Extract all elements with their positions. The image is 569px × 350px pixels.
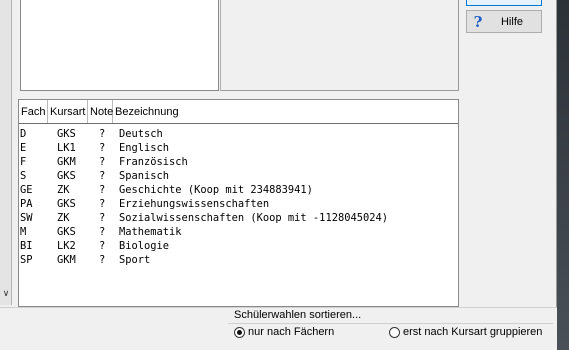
cell-bezeichnung: Erziehungswissenschaften xyxy=(119,198,270,210)
default-button-partial[interactable] xyxy=(466,0,542,6)
cell-bezeichnung: Geschichte (Koop mit 234883941) xyxy=(119,184,313,196)
column-header-kursart[interactable]: Kursart xyxy=(48,100,88,123)
background-desktop xyxy=(557,0,569,350)
cell-fach: S xyxy=(20,170,27,182)
cell-kursart: GKM xyxy=(57,156,76,168)
table-row[interactable]: SP GKM? Sport xyxy=(20,253,458,267)
cell-bezeichnung: Deutsch xyxy=(119,128,163,140)
cell-note: ? xyxy=(99,254,106,266)
cell-note: ? xyxy=(99,156,106,168)
cell-bezeichnung: Englisch xyxy=(119,142,170,154)
sort-options-group: Schülerwahlen sortieren... nur nach Fäch… xyxy=(228,309,553,347)
help-question-icon: ? xyxy=(473,12,483,31)
chevron-down-icon[interactable]: ∨ xyxy=(0,288,12,299)
cell-note: ? xyxy=(99,170,106,182)
column-header-bezeichnung[interactable]: Bezeichnung xyxy=(113,100,458,123)
cell-bezeichnung: Sport xyxy=(119,254,151,266)
sort-options-title: Schülerwahlen sortieren... xyxy=(234,309,362,321)
cell-note: ? xyxy=(99,198,106,210)
cell-bezeichnung: Mathematik xyxy=(119,226,182,238)
cell-fach: SP xyxy=(20,254,33,266)
cell-kursart: GKM xyxy=(57,254,76,266)
help-button[interactable]: ? Hilfe xyxy=(466,10,542,33)
table-row[interactable]: S GKS? Spanisch xyxy=(20,169,458,183)
upper-right-panel xyxy=(220,0,459,91)
grid-header: Fach Kursart Note Bezeichnung xyxy=(19,100,458,124)
table-row[interactable]: PA GKS? Erziehungswissenschaften xyxy=(20,197,458,211)
cell-kursart: GKS xyxy=(57,170,76,182)
table-row[interactable]: GE ZK? Geschichte (Koop mit 234883941) xyxy=(20,183,458,197)
table-row[interactable]: D GKS? Deutsch xyxy=(20,127,458,141)
table-row[interactable]: BI LK2? Biologie xyxy=(20,239,458,253)
help-button-label: Hilfe xyxy=(500,15,523,28)
cell-fach: SW xyxy=(20,212,33,224)
cell-bezeichnung: Französisch xyxy=(119,156,188,168)
left-scroll-strip[interactable]: ∨ xyxy=(0,0,12,305)
cell-note: ? xyxy=(99,142,106,154)
cell-bezeichnung: Spanisch xyxy=(119,170,170,182)
radio-sort-by-subject[interactable]: nur nach Fächern xyxy=(234,326,334,338)
sort-group-divider xyxy=(228,323,553,324)
cell-fach: BI xyxy=(20,240,33,252)
cell-note: ? xyxy=(99,226,106,238)
cell-note: ? xyxy=(99,128,106,140)
radio-label-subject: nur nach Fächern xyxy=(248,326,335,338)
cell-kursart: GKS xyxy=(57,226,76,238)
table-row[interactable]: E LK1? Englisch xyxy=(20,141,458,155)
table-row[interactable]: M GKS? Mathematik xyxy=(20,225,458,239)
cell-kursart: LK2 xyxy=(57,240,76,252)
radio-circle[interactable] xyxy=(389,326,400,338)
cell-kursart: ZK xyxy=(57,184,70,196)
column-header-note[interactable]: Note xyxy=(88,100,113,123)
column-header-fach[interactable]: Fach xyxy=(19,100,48,123)
table-row[interactable]: F GKM? Französisch xyxy=(20,155,458,169)
cell-kursart: LK1 xyxy=(57,142,76,154)
cell-fach: M xyxy=(20,226,27,238)
cell-kursart: ZK xyxy=(57,212,70,224)
cell-bezeichnung: Sozialwissenschaften (Koop mit -11280450… xyxy=(119,212,388,224)
course-grid[interactable]: Fach Kursart Note Bezeichnung D GKS? Deuts… xyxy=(18,99,459,307)
cell-fach: PA xyxy=(20,198,33,210)
cell-fach: F xyxy=(20,156,27,168)
cell-kursart: GKS xyxy=(57,198,76,210)
cell-fach: D xyxy=(20,128,27,140)
radio-group-by-course-type[interactable]: erst nach Kursart gruppieren xyxy=(389,326,542,338)
radio-label-course-type: erst nach Kursart gruppieren xyxy=(403,326,543,338)
cell-note: ? xyxy=(99,240,106,252)
cell-bezeichnung: Biologie xyxy=(119,240,170,252)
cell-kursart: GKS xyxy=(57,128,76,140)
cell-note: ? xyxy=(99,212,106,224)
cell-note: ? xyxy=(99,184,106,196)
cell-fach: GE xyxy=(20,184,33,196)
table-row[interactable]: SW ZK? Sozialwissenschaften (Koop mit -112… xyxy=(20,211,458,225)
grid-body: D GKS? Deutsch E LK1? Englisch F GKM? Französisc… xyxy=(20,127,458,267)
radio-circle-selected[interactable] xyxy=(234,326,245,338)
upper-list-box[interactable] xyxy=(20,0,219,91)
cell-fach: E xyxy=(20,142,27,154)
